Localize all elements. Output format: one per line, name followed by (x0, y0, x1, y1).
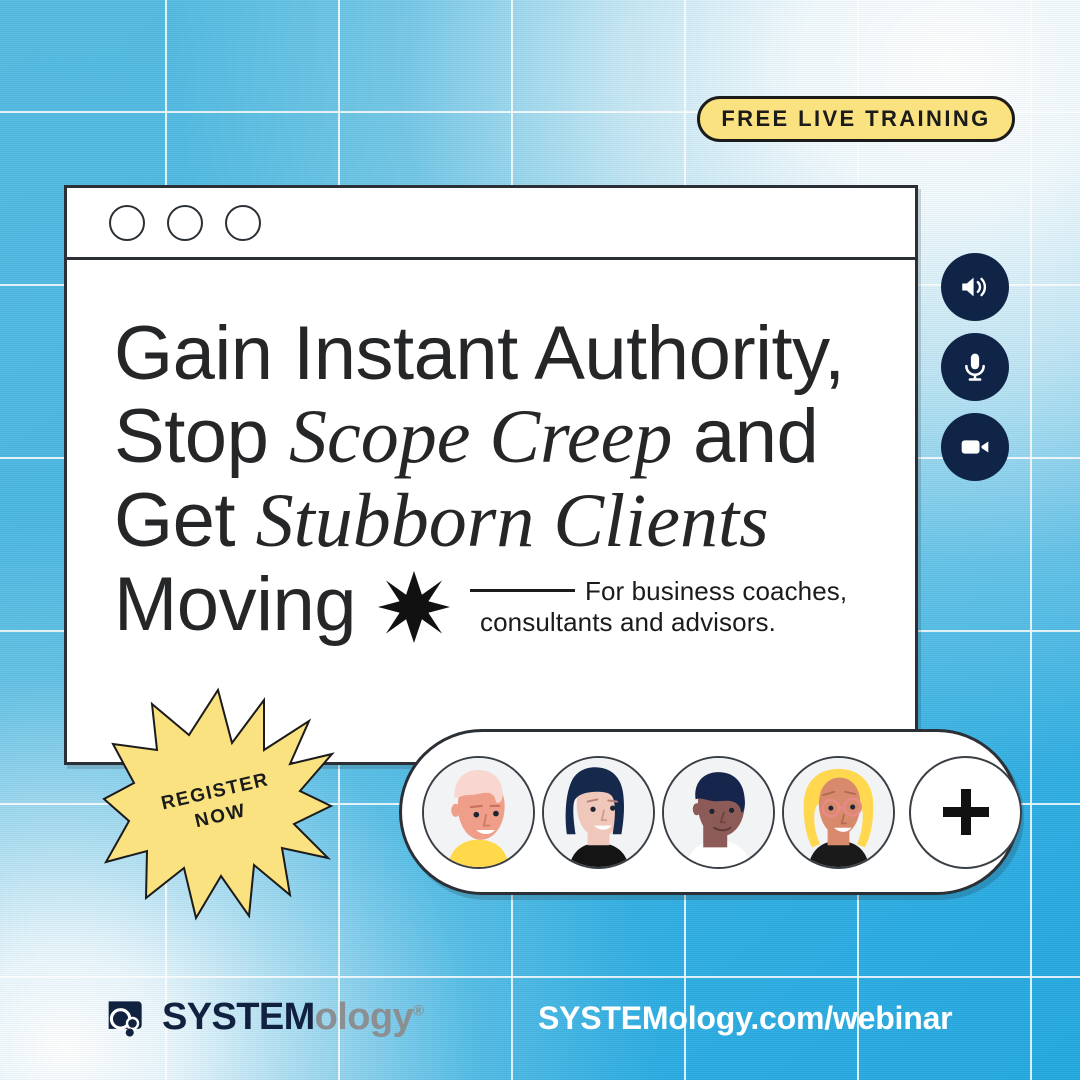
avatar-person-3[interactable] (662, 755, 775, 869)
free-live-training-badge: FREE LIVE TRAINING (697, 96, 1015, 142)
headline-line-2-b: and (672, 394, 819, 479)
avatar-person-1[interactable] (422, 755, 535, 869)
avatar-person-4[interactable] (782, 755, 895, 869)
logo-registered-mark: ® (412, 1001, 424, 1019)
window-titlebar (67, 188, 915, 260)
systemology-wordmark: SYSTEMology® (162, 995, 424, 1039)
systemology-logo: SYSTEMology® (105, 995, 424, 1039)
headline-line-4-row: Moving For business coaches, consultants… (114, 563, 915, 646)
window-dot-2[interactable] (167, 204, 203, 241)
avatar-person-3-illustration (664, 757, 773, 867)
avatar-person-2[interactable] (542, 755, 655, 869)
subtext: For business coaches, consultants and ad… (480, 575, 848, 638)
microphone-icon (965, 353, 985, 381)
window-content: Gain Instant Authority, Stop Scope Creep… (67, 260, 915, 646)
headline-line-3: Get Stubborn Clients (114, 479, 915, 563)
subtext-rule (470, 589, 575, 592)
headline-line-2-a: Stop (114, 394, 289, 479)
logo-sys: SYSTEM (162, 995, 315, 1038)
headline-emphasis-scope-creep: Scope Creep (288, 395, 673, 479)
speaker-button[interactable] (941, 253, 1009, 321)
plus-icon (942, 789, 989, 835)
headline-line-4: Moving (114, 562, 357, 647)
systemology-logo-mark-icon (108, 1001, 142, 1037)
starburst-shape (102, 687, 335, 921)
webinar-url[interactable]: SYSTEMology.com/webinar (538, 1000, 953, 1037)
badge-label: FREE LIVE TRAINING (721, 106, 991, 131)
headline-line-1: Gain Instant Authority, (114, 311, 845, 396)
media-controls (941, 253, 1009, 481)
eight-point-star-icon (378, 570, 450, 643)
register-now-starburst[interactable]: REGISTER NOW (102, 687, 335, 921)
logo-ology: ology (314, 995, 414, 1038)
headline-line-2: Stop Scope Creep and (114, 395, 915, 479)
video-camera-button[interactable] (941, 413, 1009, 481)
add-participant-button[interactable] (909, 755, 1022, 869)
avatar-group-pill (399, 729, 1022, 895)
avatar-person-2-illustration (544, 757, 653, 867)
video-camera-icon (961, 440, 989, 454)
poster-canvas: FREE LIVE TRAINING Gain Instant Authorit… (0, 0, 1080, 1080)
microphone-button[interactable] (941, 333, 1009, 401)
subtext-line-2: consultants and advisors. (480, 606, 776, 637)
avatar-person-1-illustration (424, 757, 533, 867)
headline-emphasis-stubborn-clients: Stubborn Clients (255, 479, 769, 563)
speaker-icon (962, 277, 987, 297)
headline-line-3-a: Get (114, 478, 256, 563)
window-dot-3[interactable] (225, 204, 261, 241)
browser-window: Gain Instant Authority, Stop Scope Creep… (64, 185, 918, 765)
window-dot-1[interactable] (109, 204, 145, 241)
avatar-person-4-illustration (784, 757, 893, 867)
subtext-line-1: For business coaches, (585, 575, 848, 606)
headline: Gain Instant Authority, Stop Scope Creep… (114, 312, 915, 646)
